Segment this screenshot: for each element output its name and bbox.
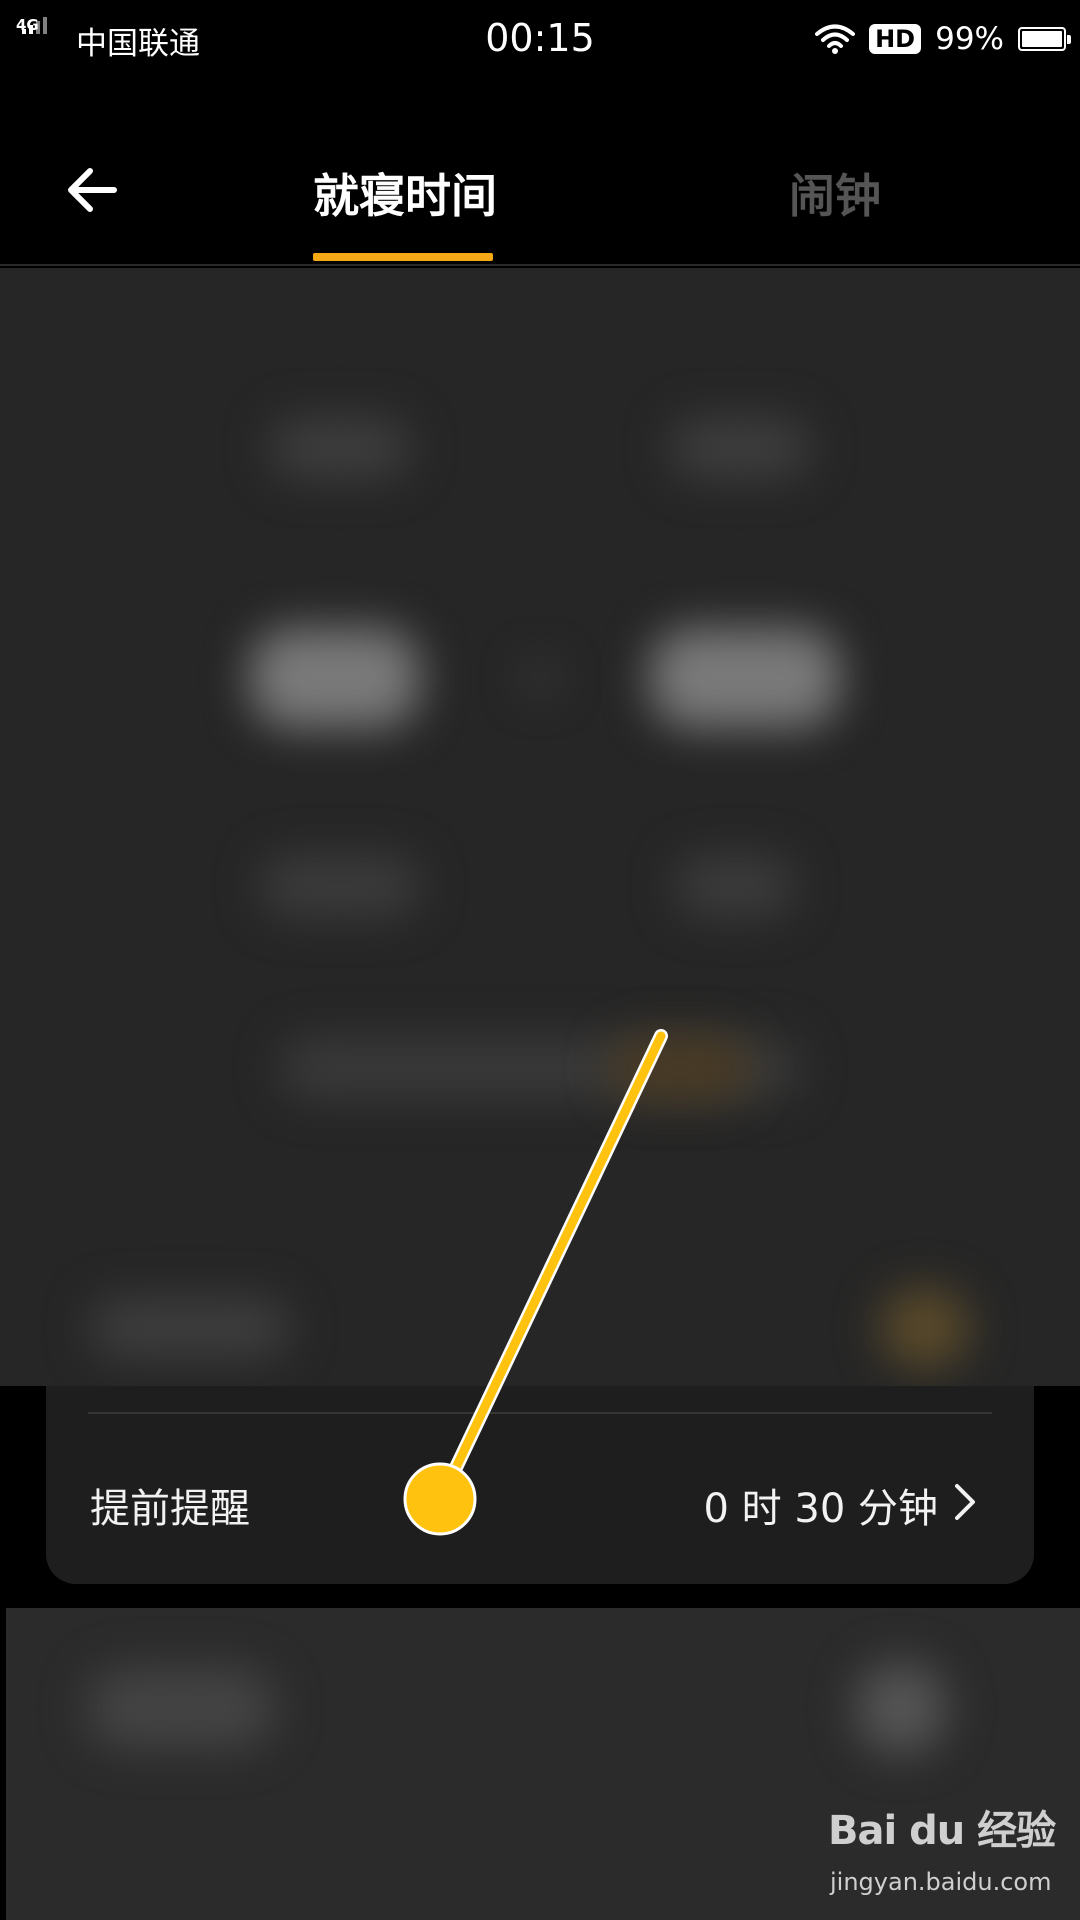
tab-alarm[interactable]: 闹钟 [735,160,935,226]
status-bar: 4G 中国联通 00:15 HD 99% [0,0,1080,78]
watermark-url: jingyan.baidu.com [830,1868,1052,1896]
back-arrow-icon[interactable] [62,164,122,216]
header-divider [0,264,1080,266]
advance-reminder-value: 0 时 30 分钟 [703,1486,939,1532]
chevron-right-icon [955,1484,975,1520]
header: 就寝时间 闹钟 [0,120,1080,261]
active-tab-indicator [313,253,493,261]
battery-percent: 99% [935,21,1004,57]
advance-reminder-row[interactable]: 提前提醒 0 时 30 分钟 [46,1386,1034,1584]
wifi-icon [815,24,856,54]
watermark-logo: Bai du 经验 [828,1808,1056,1854]
tab-bedtime[interactable]: 就寝时间 [280,160,530,226]
battery-icon [1018,27,1071,51]
row-divider [88,1412,992,1414]
baidu-watermark: Bai du 经验 jingyan.baidu.com [826,1798,1066,1908]
hd-badge: HD [869,24,922,54]
blurred-content [0,268,1080,1386]
advance-reminder-label: 提前提醒 [90,1486,250,1532]
